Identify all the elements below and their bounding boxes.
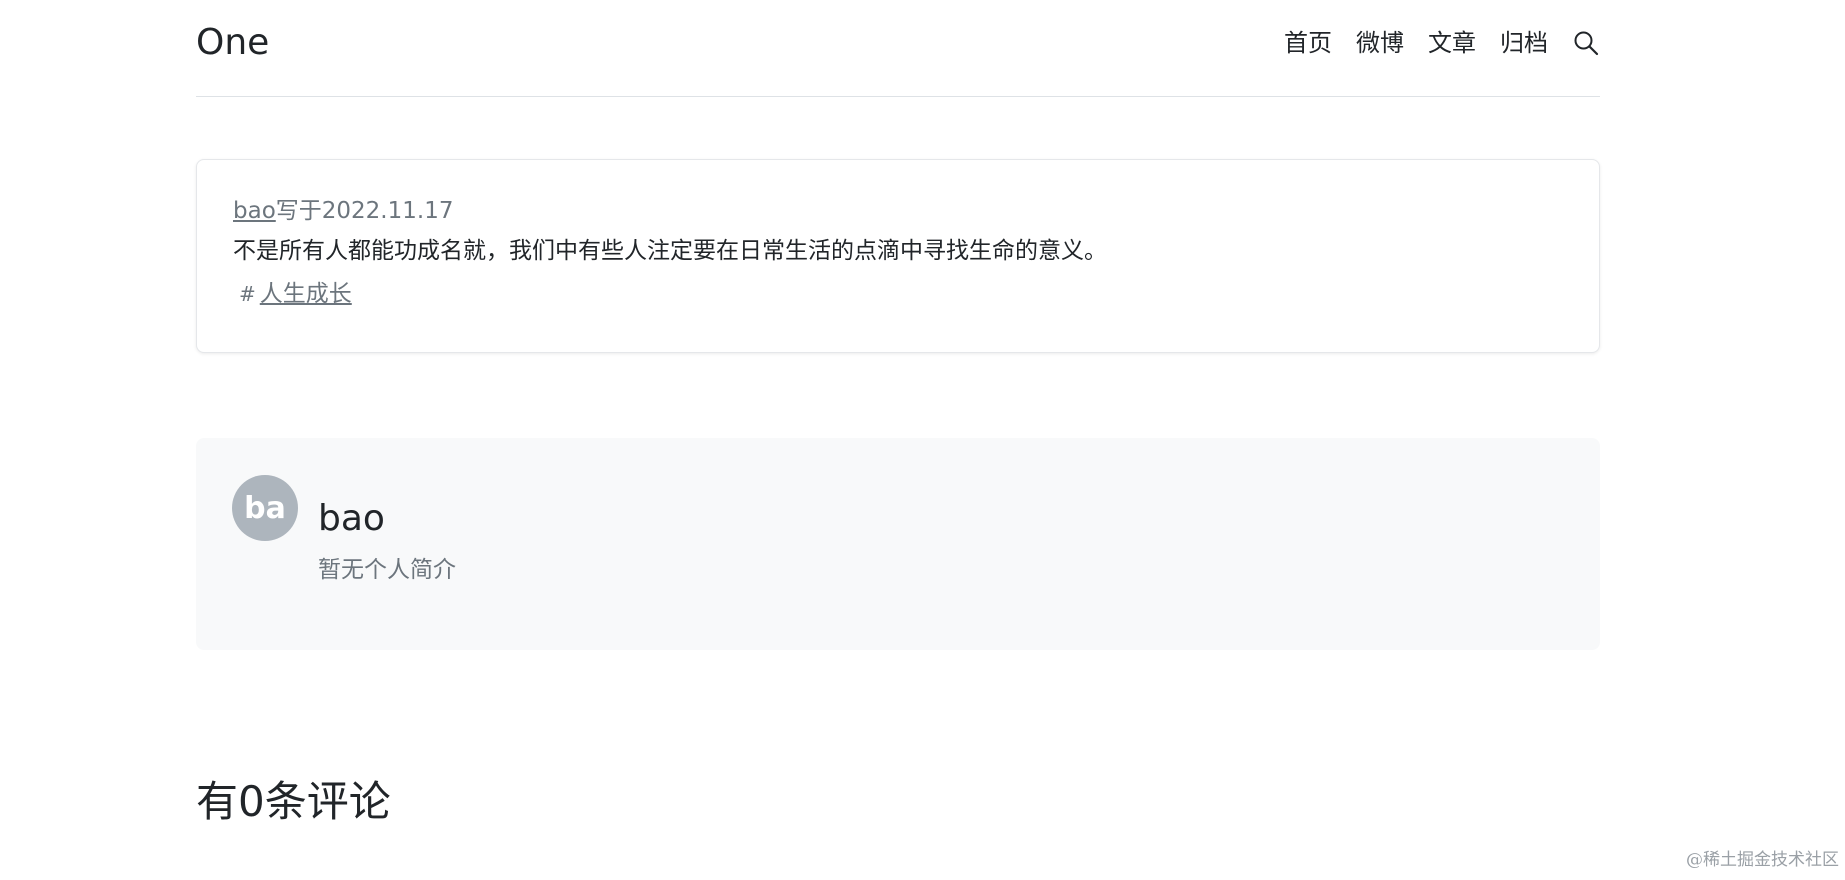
nav-home[interactable]: 首页 [1284, 31, 1332, 55]
brand-logo[interactable]: One [196, 25, 269, 61]
author-bio: 暂无个人简介 [318, 557, 456, 583]
watermark: @稀土掘金技术社区 [1686, 850, 1839, 870]
nav-weibo[interactable]: 微博 [1356, 31, 1404, 55]
post-card: bao写于2022.11.17 不是所有人都能功成名就，我们中有些人注定要在日常… [196, 159, 1600, 353]
post-author-link[interactable]: bao [233, 198, 276, 224]
post-content: 不是所有人都能功成名就，我们中有些人注定要在日常生活的点滴中寻找生命的意义。 [233, 237, 1107, 264]
post-date: 写于2022.11.17 [275, 198, 454, 224]
author-card: ba bao 暂无个人简介 [196, 438, 1600, 650]
search-icon[interactable] [1572, 29, 1600, 57]
tag-hash: # [239, 282, 256, 307]
page: One 首页 微博 文章 归档 bao写于2022.11.17 不是所有人都能功… [0, 0, 1845, 880]
tag-link[interactable]: 人生成长 [260, 281, 352, 307]
post-meta: bao写于2022.11.17 [233, 198, 1563, 226]
author-name: bao [318, 498, 385, 539]
avatar: ba [232, 475, 298, 541]
post-tags: # 人生成长 [233, 281, 1563, 309]
main-container: One 首页 微博 文章 归档 bao写于2022.11.17 不是所有人都能功… [196, 0, 1600, 823]
main-nav: 首页 微博 文章 归档 [1260, 29, 1600, 57]
site-header: One 首页 微博 文章 归档 [196, 0, 1600, 97]
author-info: bao 暂无个人简介 [318, 475, 456, 613]
comments-title: 有0条评论 [196, 777, 391, 826]
nav-archive[interactable]: 归档 [1500, 31, 1548, 55]
nav-articles[interactable]: 文章 [1428, 31, 1476, 55]
